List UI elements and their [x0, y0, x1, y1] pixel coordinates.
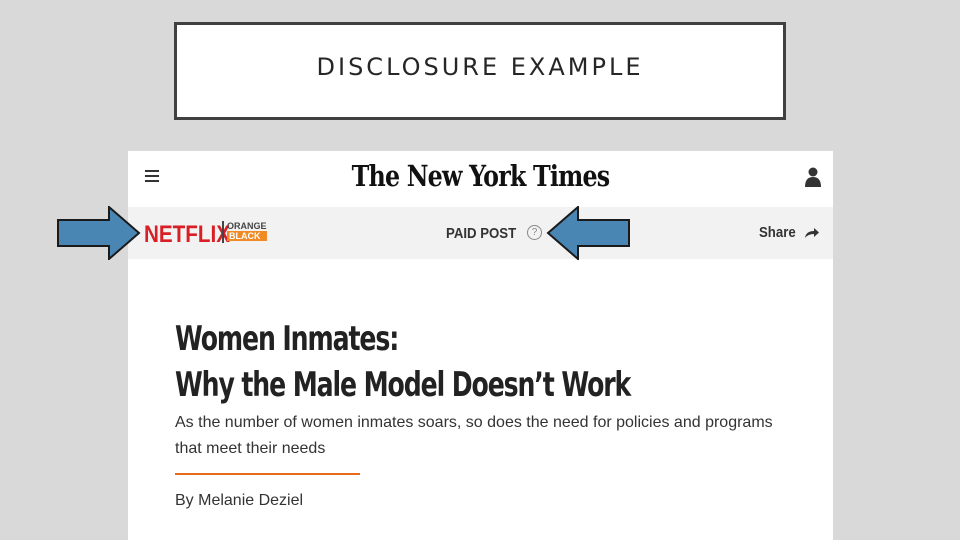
share-arrow-icon[interactable] [804, 227, 820, 239]
article-dek: As the number of women inmates soars, so… [175, 414, 773, 457]
oitnb-logo: ORANGE BLACK [222, 221, 267, 243]
share-button[interactable]: Share [759, 224, 796, 241]
headline-line-2: Why the Male Model Doesn’t Work [175, 365, 631, 405]
netflix-logo[interactable]: NETFLIX [144, 221, 230, 249]
slide-title: DISCLOSURE EXAMPLE [316, 53, 644, 81]
article-headline: Women Inmates: Why the Male Model Doesn’… [175, 316, 693, 408]
hamburger-menu-icon[interactable] [145, 170, 159, 184]
nyt-article-screenshot: The New York Times NETFLIX ORANGE BLACK … [128, 151, 833, 540]
oitnb-logo-line2: BLACK [227, 231, 267, 241]
nyt-masthead[interactable]: The New York Times [191, 159, 769, 193]
article-byline: By Melanie Deziel [175, 492, 304, 509]
left-arrow-icon [546, 206, 630, 260]
nyt-top-bar: The New York Times [128, 151, 833, 208]
headline-line-1: Women Inmates: [175, 319, 399, 359]
orange-divider [175, 473, 360, 475]
user-icon[interactable] [805, 167, 821, 187]
help-icon[interactable]: ? [527, 225, 542, 240]
paid-post-label: PAID POST [446, 225, 517, 242]
slide-title-box: DISCLOSURE EXAMPLE [174, 22, 786, 120]
right-arrow-icon [57, 206, 141, 260]
oitnb-logo-line1: ORANGE [227, 221, 267, 231]
